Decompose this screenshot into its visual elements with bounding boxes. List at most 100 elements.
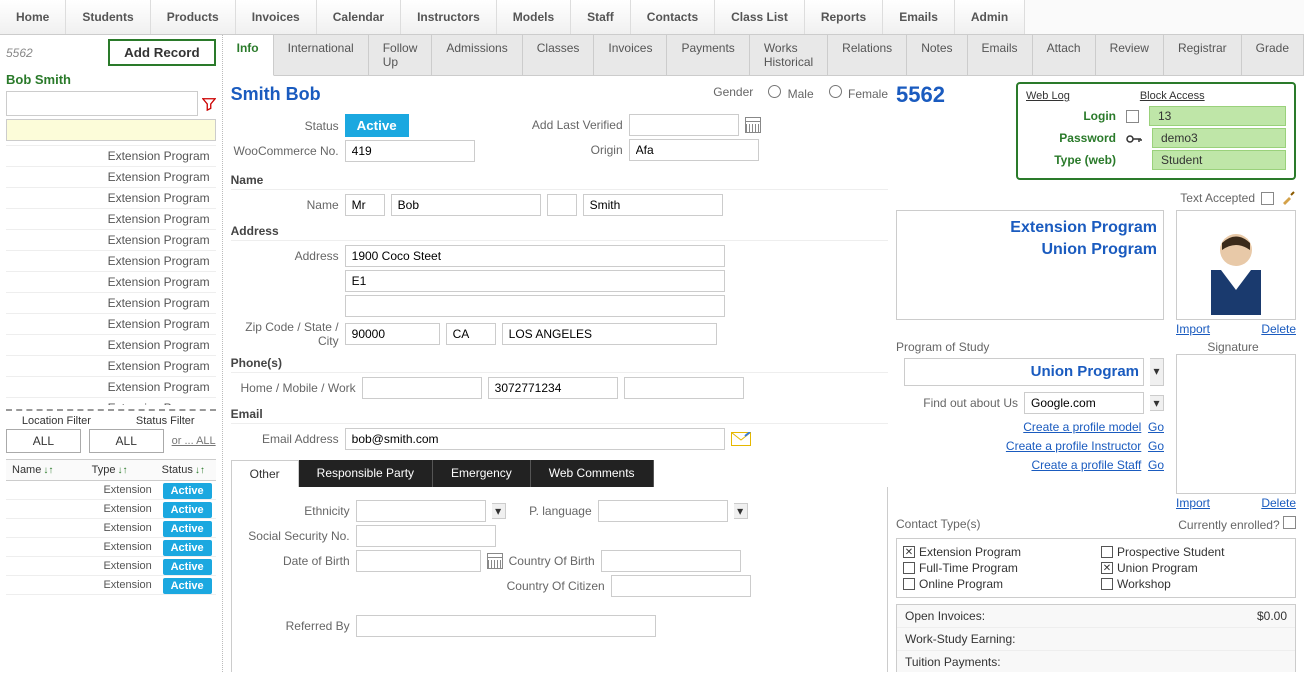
col-type[interactable]: Type bbox=[92, 464, 116, 476]
status-badge[interactable]: Active bbox=[163, 502, 212, 518]
sidebar-search-input[interactable] bbox=[6, 91, 198, 116]
checkbox-icon[interactable] bbox=[1101, 546, 1113, 558]
status-badge[interactable]: Active bbox=[163, 521, 212, 537]
block-access-checkbox[interactable] bbox=[1126, 110, 1139, 123]
dropdown-icon[interactable]: ▾ bbox=[492, 503, 506, 519]
col-name[interactable]: Name bbox=[12, 464, 41, 476]
tab-notes[interactable]: Notes bbox=[907, 35, 967, 75]
tab-invoices[interactable]: Invoices bbox=[594, 35, 667, 75]
city-input[interactable] bbox=[502, 323, 717, 345]
table-row[interactable]: ExtensionActive bbox=[6, 500, 216, 519]
cob-input[interactable] bbox=[601, 550, 741, 572]
first-name-input[interactable] bbox=[391, 194, 541, 216]
checkbox-icon[interactable] bbox=[903, 562, 915, 574]
student-photo[interactable] bbox=[1176, 210, 1296, 320]
table-row[interactable]: ExtensionActive bbox=[6, 576, 216, 595]
address1-input[interactable] bbox=[345, 245, 725, 267]
status-value[interactable]: Active bbox=[345, 114, 409, 137]
checkbox-icon[interactable]: ✕ bbox=[903, 546, 915, 558]
calendar-icon[interactable] bbox=[745, 117, 761, 133]
signature-import-link[interactable]: Import bbox=[1176, 496, 1210, 510]
filter-icon[interactable] bbox=[202, 97, 216, 111]
tab-relations[interactable]: Relations bbox=[828, 35, 907, 75]
enrolled-checkbox[interactable] bbox=[1283, 516, 1296, 529]
sort-icon[interactable]: ↓↑ bbox=[195, 465, 205, 476]
list-item[interactable]: Extension Program bbox=[6, 335, 216, 356]
nav-staff[interactable]: Staff bbox=[571, 0, 631, 34]
tab-payments[interactable]: Payments bbox=[667, 35, 749, 75]
findout-select[interactable] bbox=[1024, 392, 1144, 414]
tab-attach[interactable]: Attach bbox=[1033, 35, 1096, 75]
or-all-link[interactable]: or ... ALL bbox=[172, 435, 216, 447]
go-link[interactable]: Go bbox=[1148, 458, 1164, 472]
work-phone-input[interactable] bbox=[624, 377, 744, 399]
plang-select[interactable] bbox=[598, 500, 728, 522]
ssn-input[interactable] bbox=[356, 525, 496, 547]
nav-reports[interactable]: Reports bbox=[805, 0, 883, 34]
nav-class-list[interactable]: Class List bbox=[715, 0, 805, 34]
origin-input[interactable] bbox=[629, 139, 759, 161]
status-badge[interactable]: Active bbox=[163, 578, 212, 594]
signature-delete-link[interactable]: Delete bbox=[1261, 496, 1296, 510]
tab-international[interactable]: International bbox=[274, 35, 369, 75]
login-value[interactable]: 13 bbox=[1149, 106, 1286, 126]
coc-input[interactable] bbox=[611, 575, 751, 597]
woo-input[interactable] bbox=[345, 140, 475, 162]
nav-products[interactable]: Products bbox=[151, 0, 236, 34]
address3-input[interactable] bbox=[345, 295, 725, 317]
home-phone-input[interactable] bbox=[362, 377, 482, 399]
contact-type-item[interactable]: Full-Time Program bbox=[903, 561, 1091, 575]
list-item[interactable]: Extension Program bbox=[6, 377, 216, 398]
email-icon[interactable] bbox=[731, 432, 751, 446]
profile-link[interactable]: Create a profile Staff bbox=[1031, 458, 1141, 472]
tab-review[interactable]: Review bbox=[1096, 35, 1164, 75]
gender-male[interactable]: Male bbox=[763, 82, 813, 101]
calendar-icon[interactable] bbox=[487, 553, 503, 569]
middle-name-input[interactable] bbox=[547, 194, 577, 216]
tab-emails[interactable]: Emails bbox=[968, 35, 1033, 75]
list-item[interactable]: Extension Program bbox=[6, 167, 216, 188]
tab-registrar[interactable]: Registrar bbox=[1164, 35, 1242, 75]
tab-admissions[interactable]: Admissions bbox=[432, 35, 522, 75]
nav-invoices[interactable]: Invoices bbox=[236, 0, 317, 34]
dob-input[interactable] bbox=[356, 550, 481, 572]
nav-emails[interactable]: Emails bbox=[883, 0, 955, 34]
salutation-input[interactable] bbox=[345, 194, 385, 216]
contact-type-item[interactable]: ✕Union Program bbox=[1101, 561, 1289, 575]
status-filter-all[interactable]: ALL bbox=[89, 429, 164, 453]
signature-box[interactable] bbox=[1176, 354, 1296, 494]
add-record-button[interactable]: Add Record bbox=[108, 39, 216, 66]
subtab-other[interactable]: Other bbox=[231, 460, 299, 487]
go-link[interactable]: Go bbox=[1148, 439, 1164, 453]
checkbox-icon[interactable] bbox=[903, 578, 915, 590]
list-item[interactable]: Extension Program bbox=[6, 251, 216, 272]
program-study-select[interactable]: Union Program bbox=[904, 358, 1144, 386]
referred-input[interactable] bbox=[356, 615, 656, 637]
nav-home[interactable]: Home bbox=[0, 0, 66, 34]
list-item[interactable]: Extension Program bbox=[6, 398, 216, 405]
nav-contacts[interactable]: Contacts bbox=[631, 0, 715, 34]
checkbox-icon[interactable]: ✕ bbox=[1101, 562, 1113, 574]
tab-follow-up[interactable]: Follow Up bbox=[369, 35, 433, 75]
list-item[interactable]: Extension Program bbox=[6, 188, 216, 209]
subtab-responsible-party[interactable]: Responsible Party bbox=[299, 460, 433, 487]
col-status[interactable]: Status bbox=[162, 464, 193, 476]
sort-icon[interactable]: ↓↑ bbox=[43, 465, 53, 476]
table-row[interactable]: ExtensionActive bbox=[6, 538, 216, 557]
tab-classes[interactable]: Classes bbox=[523, 35, 595, 75]
last-verified-input[interactable] bbox=[629, 114, 739, 136]
list-item[interactable]: Extension Program bbox=[6, 209, 216, 230]
nav-students[interactable]: Students bbox=[66, 0, 150, 34]
subtab-emergency[interactable]: Emergency bbox=[433, 460, 531, 487]
contact-type-item[interactable]: ✕Extension Program bbox=[903, 545, 1091, 559]
status-badge[interactable]: Active bbox=[163, 483, 212, 499]
status-badge[interactable]: Active bbox=[163, 540, 212, 556]
photo-import-link[interactable]: Import bbox=[1176, 322, 1210, 336]
table-row[interactable]: ExtensionActive bbox=[6, 557, 216, 576]
zip-input[interactable] bbox=[345, 323, 440, 345]
dropdown-icon[interactable]: ▾ bbox=[1150, 395, 1164, 411]
tab-grade[interactable]: Grade bbox=[1242, 35, 1304, 75]
profile-link[interactable]: Create a profile model bbox=[1023, 420, 1141, 434]
ethnicity-select[interactable] bbox=[356, 500, 486, 522]
tab-works-historical[interactable]: Works Historical bbox=[750, 35, 828, 75]
